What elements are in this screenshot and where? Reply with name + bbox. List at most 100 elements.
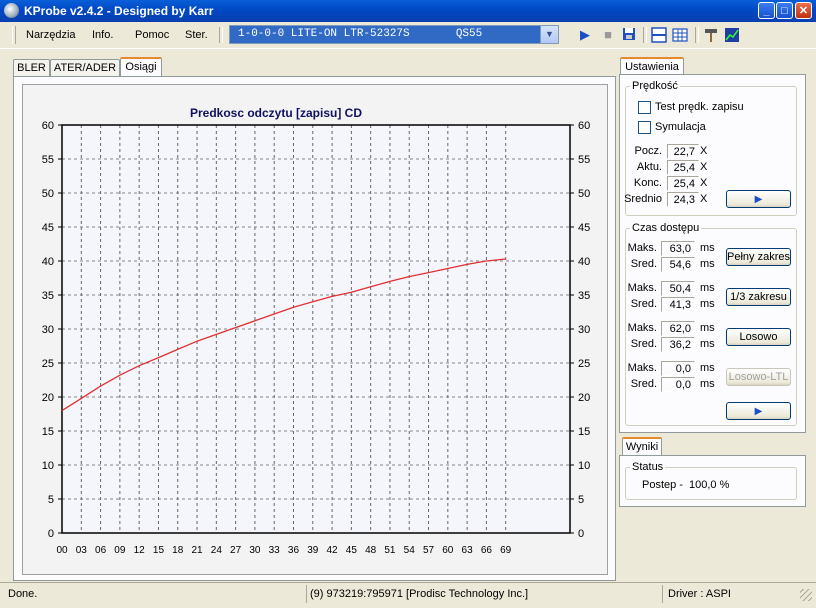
tab-ater-ader[interactable]: ATER/ADER [50,59,120,77]
menu-info[interactable]: Info. [92,29,113,41]
tab-wyniki[interactable]: Wyniki [622,437,662,457]
drive-select-value: 1-0-0-0 LITE-ON LTR-52327S QS55 [238,28,483,40]
y-tick-label-right: 10 [578,460,590,472]
app-disc-icon[interactable] [4,3,19,18]
x-tick-label: 27 [230,545,242,556]
access-full-max-label: Maks. [627,242,657,254]
simulation-label: Symulacja [655,121,706,133]
x-tick-label: 33 [269,545,281,556]
minimize-button[interactable]: _ [758,2,775,19]
end-speed-value: 25,4 [667,176,699,191]
stop-icon[interactable]: ■ [600,27,616,43]
y-tick-label-right: 40 [578,256,590,268]
y-tick-label-left: 35 [42,290,54,302]
access-third-avg-value: 41,3 [661,297,695,312]
y-tick-label-left: 45 [42,222,54,234]
disc-info: (9) 973219:795971 [Prodisc Technology In… [310,588,529,600]
x-tick-label: 09 [114,545,126,556]
drive-select[interactable]: 1-0-0-0 LITE-ON LTR-52327S QS55 ▼ [229,25,559,44]
full-range-button[interactable]: Pełny zakres [726,248,791,266]
y-tick-label-right: 50 [578,188,590,200]
tab-bler[interactable]: BLER [13,59,50,77]
chart-icon[interactable] [724,27,740,43]
close-button[interactable]: ✕ [795,2,812,19]
resize-grip-icon[interactable] [800,589,812,601]
access-full-avg-unit: ms [700,258,715,270]
progress-value: 100,0 % [689,479,730,491]
access-ltl-max-label: Maks. [627,362,657,374]
tools-icon[interactable] [703,27,719,43]
y-tick-label-right: 35 [578,290,590,302]
y-tick-label-left: 60 [42,120,54,132]
progress-label: Postep - [642,479,683,491]
third-range-button[interactable]: 1/3 zakresu [726,288,791,306]
access-random-avg-label: Sred. [630,338,657,350]
menu-pomoc[interactable]: Pomoc [135,29,169,41]
y-tick-label-right: 25 [578,358,590,370]
start-icon[interactable]: ▶ [577,27,593,43]
access-time-group-label: Czas dostępu [632,222,700,234]
y-tick-label-left: 15 [42,426,54,438]
y-tick-label-left: 30 [42,324,54,336]
x-tick-label: 21 [191,545,203,556]
speed-group-label: Prędkość [632,80,678,92]
speed-test-start-button[interactable]: ▶ [726,190,791,208]
x-tick-label: 39 [307,545,319,556]
x-tick-label: 18 [172,545,184,556]
access-ltl-avg-value: 0,0 [661,377,695,392]
window-title: KProbe v2.4.2 - Designed by Karr [24,4,214,18]
access-full-max-value: 63,0 [661,241,695,256]
access-ltl-max-unit: ms [700,362,715,374]
access-random-max-label: Maks. [627,322,657,334]
y-tick-label-left: 10 [42,460,54,472]
grid-view-icon[interactable] [672,27,688,43]
random-button[interactable]: Losowo [726,328,791,346]
y-tick-label-right: 30 [578,324,590,336]
y-tick-label-left: 0 [48,528,54,540]
maximize-button[interactable]: □ [776,2,793,19]
play-icon: ▶ [754,406,763,417]
y-tick-label-right: 15 [578,426,590,438]
test-write-checkbox[interactable] [638,101,651,114]
y-tick-label-left: 40 [42,256,54,268]
access-random-max-unit: ms [700,322,715,334]
access-third-avg-label: Sred. [630,298,657,310]
x-tick-label: 48 [365,545,377,556]
menu-ster[interactable]: Ster. [185,29,208,41]
y-tick-label-left: 25 [42,358,54,370]
access-full-max-unit: ms [700,242,715,254]
toolbar-grip[interactable] [12,26,16,44]
menu-narzedzia[interactable]: Narzędzia [26,29,76,41]
avg-speed-unit: X [700,193,708,205]
x-tick-label: 54 [404,545,416,556]
y-tick-label-right: 5 [578,494,584,506]
start-speed-label: Pocz. [634,145,662,157]
x-tick-label: 66 [481,545,493,556]
speed-chart-svg: Predkosc odczytu [zapisu] CD0 05 510 1015 15… [42,106,591,556]
chevron-down-icon[interactable]: ▼ [540,26,558,43]
access-random-max-value: 62,0 [661,321,695,336]
access-test-start-button[interactable]: ▶ [726,402,791,420]
x-tick-label: 30 [249,545,261,556]
split-view-icon[interactable] [651,27,667,43]
y-tick-label-right: 20 [578,392,590,404]
driver-info: Driver : ASPI [668,588,731,600]
access-full-avg-value: 54,6 [661,257,695,272]
random-ltl-button[interactable]: Losowo-LTL [726,368,791,386]
y-tick-label-right: 60 [578,120,590,132]
tab-osiagi[interactable]: Osiągi [120,57,162,77]
x-tick-label: 00 [56,545,68,556]
access-random-avg-unit: ms [700,338,715,350]
access-ltl-avg-unit: ms [700,378,715,390]
chart-title: Predkosc odczytu [zapisu] CD [190,106,362,120]
simulation-checkbox[interactable] [638,121,651,134]
save-icon[interactable] [621,27,637,43]
status-divider [306,585,307,603]
toolbar-separator [219,27,223,43]
access-third-max-value: 50,4 [661,281,695,296]
play-icon: ▶ [754,194,763,205]
y-tick-label-right: 0 [578,528,584,540]
access-random-avg-value: 36,2 [661,337,695,352]
y-tick-label-right: 45 [578,222,590,234]
avg-speed-label: Srednio [624,193,662,205]
